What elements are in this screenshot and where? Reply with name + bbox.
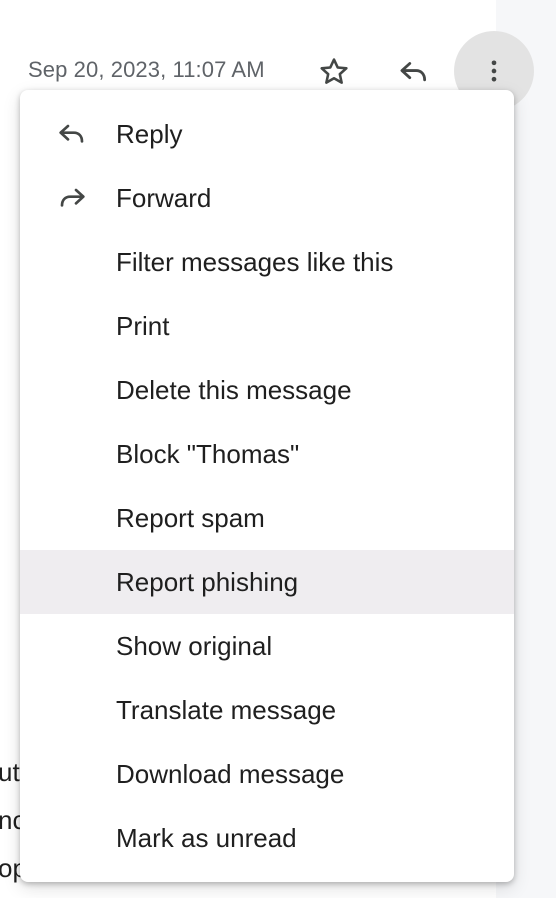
menu-item-label: Reply [116, 118, 183, 149]
reply-icon [400, 62, 427, 82]
menu-item-label: Translate message [116, 694, 337, 725]
menu-item-forward[interactable]: Forward [20, 166, 514, 230]
menu-item-label: Download message [116, 758, 345, 789]
menu-item-label: Block "Thomas" [116, 438, 300, 469]
reply-icon [52, 114, 92, 154]
menu-item-report-phishing[interactable]: Report phishing [20, 550, 514, 614]
menu-item-download-message[interactable]: Download message [20, 742, 514, 806]
menu-item-delete-message[interactable]: Delete this message [20, 358, 514, 422]
message-timestamp: Sep 20, 2023, 11:07 AM [28, 57, 265, 82]
star-icon [320, 58, 348, 84]
menu-item-filter-messages[interactable]: Filter messages like this [20, 230, 514, 294]
forward-icon [52, 178, 92, 218]
menu-item-block-sender[interactable]: Block "Thomas" [20, 422, 514, 486]
menu-item-print[interactable]: Print [20, 294, 514, 358]
more-vert-icon [491, 60, 497, 82]
menu-item-label: Print [116, 310, 170, 341]
menu-item-show-original[interactable]: Show original [20, 614, 514, 678]
menu-item-translate-message[interactable]: Translate message [20, 678, 514, 742]
menu-item-label: Mark as unread [116, 822, 297, 853]
message-options-menu: Reply Forward Filter messages like this … [20, 90, 514, 882]
menu-item-mark-unread[interactable]: Mark as unread [20, 806, 514, 870]
menu-item-label: Filter messages like this [116, 246, 394, 277]
menu-item-label: Delete this message [116, 374, 352, 405]
menu-item-label: Report phishing [116, 566, 299, 597]
gmail-message-view: Sep 20, 2023, 11:07 AM ut nc op Reply Fo… [0, 0, 556, 898]
menu-item-reply[interactable]: Reply [20, 102, 514, 166]
menu-item-label: Show original [116, 630, 273, 661]
menu-item-label: Forward [116, 182, 212, 213]
menu-item-label: Report spam [116, 502, 265, 533]
menu-item-report-spam[interactable]: Report spam [20, 486, 514, 550]
